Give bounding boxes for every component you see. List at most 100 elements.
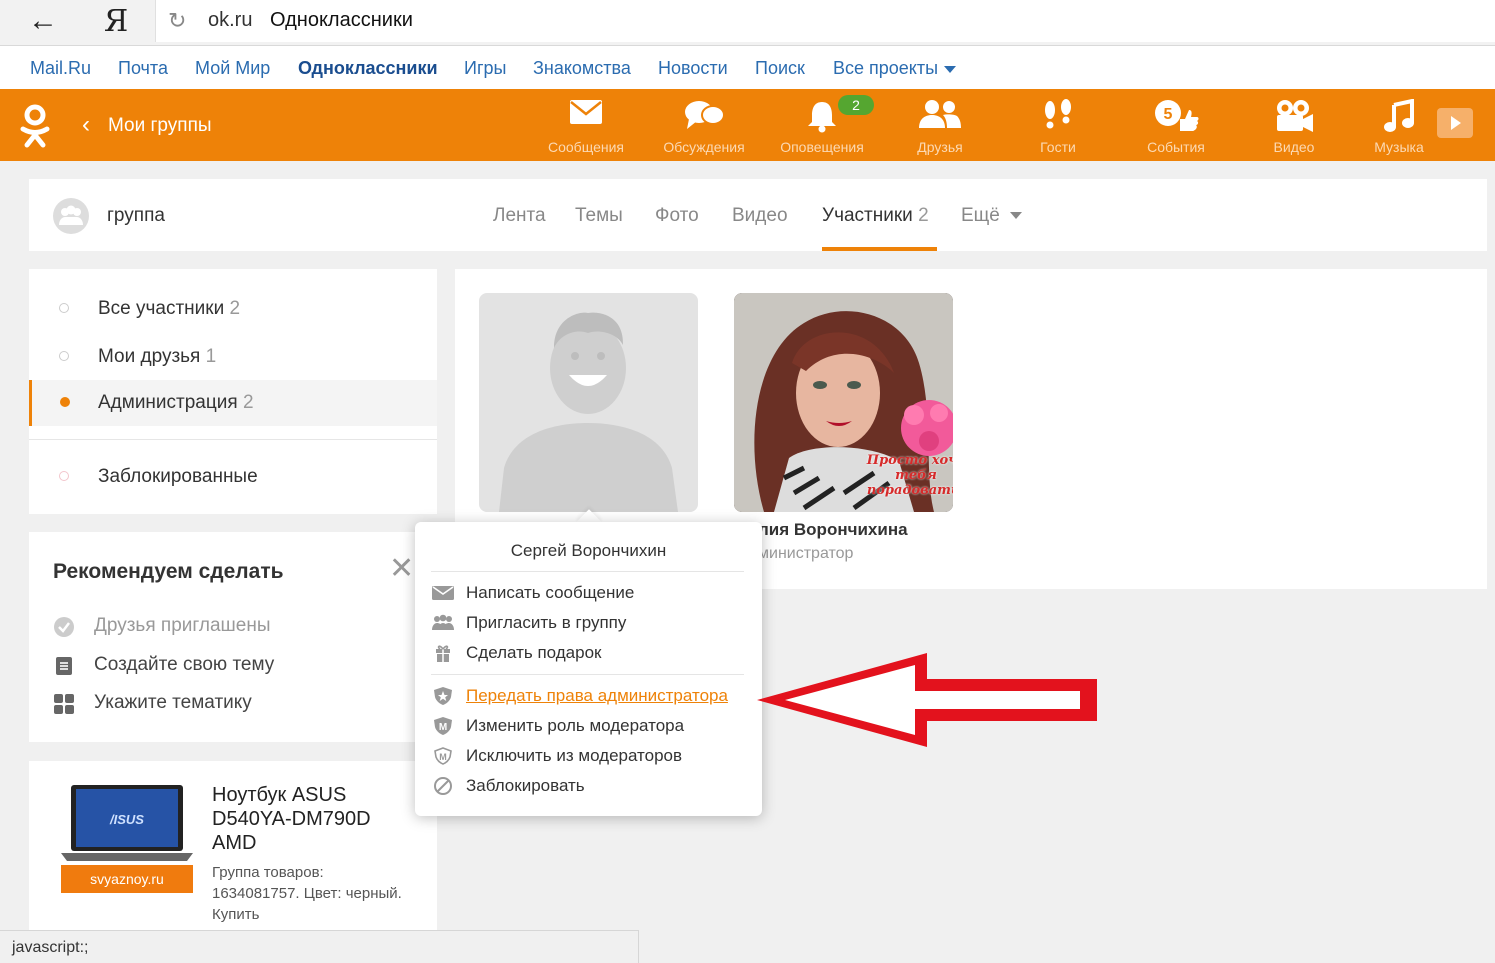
friends-icon bbox=[919, 100, 961, 128]
url-domain: ok.ru bbox=[208, 9, 253, 31]
toolbar-messages[interactable]: Сообщения bbox=[540, 89, 632, 161]
divider bbox=[29, 439, 437, 440]
filter-my-friends[interactable]: Мои друзья 1 bbox=[29, 334, 437, 380]
tab-topics[interactable]: Темы bbox=[575, 205, 623, 227]
browser-bar: ← Я ↻ ok.ru Одноклассники bbox=[0, 0, 1495, 46]
envelope-icon bbox=[570, 100, 602, 124]
toolbar-events[interactable]: 5 События bbox=[1136, 89, 1216, 161]
portal-link-mail[interactable]: Почта bbox=[118, 58, 168, 79]
yandex-logo[interactable]: Я bbox=[104, 4, 128, 39]
filter-label: Заблокированные bbox=[98, 466, 258, 487]
filter-blocked[interactable]: Заблокированные bbox=[29, 454, 437, 500]
filter-label: Мои друзья 1 bbox=[98, 346, 217, 367]
shield-m-icon: M bbox=[434, 717, 452, 735]
bell-icon bbox=[808, 102, 836, 133]
section-title[interactable]: Мои группы bbox=[108, 115, 212, 137]
toolbar-label: Гости bbox=[1040, 139, 1076, 155]
events-icon: 5 bbox=[1155, 100, 1199, 131]
music-player-button[interactable] bbox=[1437, 108, 1473, 138]
toolbar-label: Друзья bbox=[917, 139, 963, 155]
portal-nav: Mail.Ru Почта Мой Мир Одноклассники Игры… bbox=[0, 46, 1495, 89]
toolbar-guests[interactable]: Гости bbox=[1020, 89, 1096, 161]
ad-title[interactable]: Ноутбук ASUS D540YA-DM790D AMD bbox=[212, 783, 412, 855]
group-name[interactable]: группа bbox=[107, 205, 165, 227]
menu-label: Сделать подарок bbox=[466, 643, 602, 662]
tab-members-count: 2 bbox=[918, 205, 929, 226]
toolbar-friends[interactable]: Друзья bbox=[900, 89, 980, 161]
divider bbox=[431, 571, 744, 572]
tab-more[interactable]: Ещё bbox=[961, 205, 1022, 227]
close-icon[interactable]: ✕ bbox=[389, 554, 414, 584]
menu-send-gift[interactable]: Сделать подарок bbox=[431, 638, 751, 668]
browser-status-bar: javascript:; bbox=[0, 930, 639, 963]
footprints-icon bbox=[1045, 99, 1071, 129]
check-circle-icon bbox=[54, 617, 74, 637]
block-icon bbox=[434, 777, 452, 795]
filter-label: Администрация 2 bbox=[98, 392, 254, 413]
portal-link-dating[interactable]: Знакомства bbox=[533, 58, 631, 79]
menu-label: Исключить из модераторов bbox=[466, 746, 683, 765]
grid-icon bbox=[54, 694, 74, 714]
notification-count-badge[interactable]: 2 bbox=[838, 95, 874, 115]
tab-members[interactable]: Участники 2 bbox=[822, 205, 929, 227]
portal-link-my-world[interactable]: Мой Мир bbox=[195, 58, 270, 79]
shield-star-icon bbox=[434, 687, 452, 705]
address-bar[interactable]: ↻ ok.ru Одноклассники bbox=[155, 0, 1495, 42]
laptop-brand: /ISUS bbox=[109, 812, 144, 827]
menu-send-message[interactable]: Написать сообщение bbox=[431, 578, 751, 608]
rec-label: Друзья приглашены bbox=[94, 615, 271, 636]
menu-label: Написать сообщение bbox=[466, 583, 635, 602]
member-name[interactable]: лия Ворончихина bbox=[758, 520, 908, 540]
toolbar-discussions[interactable]: Обсуждения bbox=[654, 89, 754, 161]
portal-link-odnoklassniki[interactable]: Одноклассники bbox=[298, 58, 438, 79]
portal-link-mailru[interactable]: Mail.Ru bbox=[30, 58, 91, 79]
radio-dot-icon bbox=[60, 397, 70, 407]
menu-change-moderator-role[interactable]: M Изменить роль модератора bbox=[431, 711, 751, 741]
tab-video[interactable]: Видео bbox=[732, 205, 788, 227]
radio-dot-icon bbox=[59, 471, 69, 481]
filter-administration[interactable]: Администрация 2 bbox=[29, 380, 437, 426]
portal-link-news[interactable]: Новости bbox=[658, 58, 728, 79]
portal-link-search[interactable]: Поиск bbox=[755, 58, 805, 79]
caret-down-icon bbox=[1009, 212, 1022, 220]
svg-text:5: 5 bbox=[1164, 106, 1173, 123]
gift-icon bbox=[436, 645, 450, 662]
tab-photos[interactable]: Фото bbox=[655, 205, 699, 227]
popup-member-name[interactable]: Сергей Ворончихин bbox=[415, 541, 762, 561]
photo-caption: Просто хочу тебя порадовать! bbox=[866, 453, 953, 498]
reload-icon[interactable]: ↻ bbox=[168, 8, 186, 34]
toolbar-label: Сообщения bbox=[548, 139, 624, 155]
menu-block[interactable]: Заблокировать bbox=[431, 771, 751, 801]
filter-label: Все участники 2 bbox=[98, 298, 241, 319]
toolbar-video[interactable]: Видео bbox=[1258, 89, 1330, 161]
portal-link-games[interactable]: Игры bbox=[464, 58, 506, 79]
menu-label: Заблокировать bbox=[466, 776, 585, 795]
menu-label: Пригласить в группу bbox=[466, 613, 627, 632]
member-photo-2[interactable]: Просто хочу тебя порадовать! bbox=[734, 293, 953, 512]
video-camera-icon bbox=[1277, 100, 1313, 132]
menu-remove-from-moderators[interactable]: M Исключить из модераторов bbox=[431, 741, 751, 771]
ok-toolbar: ‹ Мои группы Сообщения Обсуждения Оповещ… bbox=[0, 89, 1495, 161]
ad-card[interactable]: /ISUS svyaznoy.ru Ноутбук ASUS D540YA-DM… bbox=[29, 761, 437, 936]
discussions-icon bbox=[685, 101, 725, 129]
ok-logo[interactable] bbox=[18, 103, 52, 149]
menu-invite-to-group[interactable]: Пригласить в группу bbox=[431, 608, 751, 638]
back-arrow-icon[interactable]: ← bbox=[28, 6, 58, 36]
portal-link-all-projects[interactable]: Все проекты bbox=[833, 58, 957, 79]
toolbar-music[interactable]: Музыка bbox=[1364, 89, 1434, 161]
group-avatar[interactable] bbox=[53, 198, 89, 234]
recommendations-card: Рекомендуем сделать ✕ Друзья приглашены … bbox=[29, 532, 437, 742]
group-users-icon bbox=[59, 205, 83, 225]
caret-down-icon bbox=[944, 65, 957, 73]
chevron-left-icon[interactable]: ‹ bbox=[82, 111, 90, 139]
toolbar-label: Видео bbox=[1273, 139, 1315, 155]
music-note-icon bbox=[1384, 99, 1414, 132]
member-photo-placeholder[interactable] bbox=[479, 293, 698, 512]
tab-feed[interactable]: Лента bbox=[493, 205, 546, 227]
tab-more-label: Ещё bbox=[961, 205, 1000, 226]
menu-transfer-admin-rights[interactable]: Передать права администратора bbox=[431, 681, 751, 711]
envelope-icon bbox=[432, 586, 454, 600]
filter-all-members[interactable]: Все участники 2 bbox=[29, 286, 437, 332]
menu-label: Изменить роль модератора bbox=[466, 716, 685, 735]
toolbar-label: События bbox=[1147, 139, 1205, 155]
